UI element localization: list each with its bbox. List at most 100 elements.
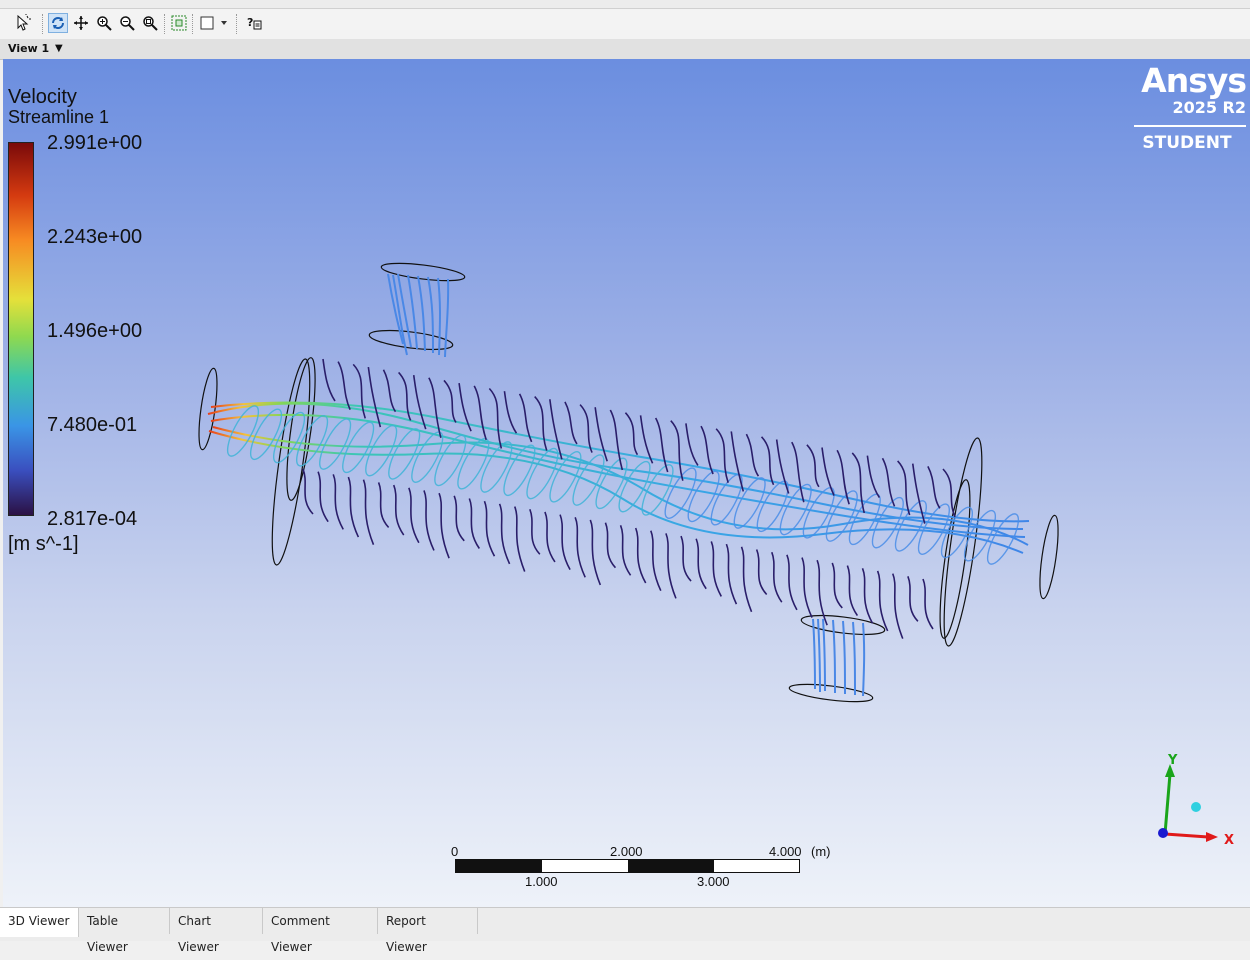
shell-streamline (685, 423, 699, 466)
shell-streamline (760, 436, 775, 486)
brand-name: Ansys (1141, 61, 1247, 100)
shell-streamline (730, 431, 745, 492)
shell-streamline (665, 533, 677, 599)
shell-streamline (503, 391, 518, 434)
rotate-icon[interactable] (48, 13, 68, 33)
shell-streamline (786, 554, 798, 611)
shell-streamline (382, 369, 397, 413)
legend-colorbar (8, 142, 34, 516)
shell-streamline (695, 538, 707, 590)
shell-streamline (680, 535, 692, 582)
brand-version: 2025 R2 (1172, 98, 1246, 117)
shell-streamline (549, 399, 563, 460)
shell-streamline (574, 516, 586, 578)
legend-object: Streamline 1 (8, 107, 110, 127)
tab-table-viewer[interactable]: Table Viewer (79, 908, 170, 954)
brand-logo: Ansys 2025 R2 STUDENT (1128, 61, 1247, 153)
shell-streamline (428, 377, 442, 438)
scale-label: 4.000 (769, 844, 802, 859)
shell-streamline (619, 525, 632, 576)
shell-streamline (473, 385, 487, 441)
shell-streamline (650, 530, 662, 592)
shell-streamline (347, 476, 360, 538)
legend-tick: 2.243e+00 (47, 226, 143, 248)
viewer-tabs: 3D Viewer Table Viewer Chart Viewer Comm… (0, 907, 1250, 954)
shell-streamline (634, 527, 647, 584)
shell-streamline (907, 576, 919, 622)
shell-streamline (488, 387, 503, 449)
svg-text:?: ? (247, 16, 253, 29)
select-icon[interactable] (13, 13, 33, 33)
zoom-box-icon[interactable] (117, 13, 137, 33)
shell-streamline (866, 455, 881, 499)
viewport-layout-icon[interactable] (198, 13, 230, 33)
tab-chart-viewer[interactable]: Chart Viewer (170, 908, 263, 954)
shell-streamline (831, 562, 843, 609)
shell-streamline (483, 500, 496, 557)
pan-icon[interactable] (71, 13, 91, 33)
shell-streamline (589, 519, 602, 586)
y-axis-line (1163, 773, 1172, 835)
legend-tick: 1.496e+00 (47, 320, 143, 342)
legend-units: [m s^-1] (8, 533, 79, 555)
shell-streamline (861, 567, 874, 624)
shell-streamline (367, 366, 382, 428)
shell-streamline (846, 565, 859, 617)
legend-tick: 2.991e+00 (47, 132, 143, 154)
shell-streamline (725, 543, 738, 605)
shell-streamline (337, 361, 351, 411)
shell-streamline (408, 487, 420, 544)
shell-streamline (876, 570, 889, 632)
tab-3d-viewer[interactable]: 3D Viewer (0, 908, 79, 937)
shell-streamline (801, 557, 813, 618)
scale-label: 2.000 (610, 844, 643, 859)
shell-streamline (654, 417, 669, 473)
shell-streamline (881, 457, 896, 507)
vessel-outline (198, 262, 1059, 703)
shell-streamline (534, 396, 548, 451)
shell-streamline (775, 439, 790, 494)
shell-streamline (892, 573, 904, 639)
scale-unit: (m) (811, 844, 831, 859)
shell-streamline (559, 514, 571, 571)
help-icon[interactable]: ? (244, 13, 264, 33)
fit-view-icon[interactable] (169, 13, 189, 33)
y-axis-label: Y (1167, 753, 1178, 768)
shell-streamline (911, 463, 926, 524)
shell-streamline (639, 415, 654, 464)
legend-variable: Velocity (8, 86, 77, 108)
shell-streamline (377, 482, 390, 528)
shell-streamline (806, 444, 820, 488)
legend-tick: 2.817e-04 (47, 508, 138, 530)
3d-viewport[interactable]: Velocity Streamline 1 2.991e+00 2.243e+0… (3, 59, 1250, 907)
viewer-toolbar: ? (0, 9, 1250, 40)
shell-streamline (398, 371, 412, 421)
shell-streamline (529, 508, 541, 555)
shell-streamline (791, 441, 805, 503)
shell-streamline (710, 541, 722, 597)
menu-strip (0, 0, 1250, 9)
shell-streamline (740, 546, 753, 613)
streamline-scene (198, 262, 1059, 703)
shell-streamline (745, 433, 760, 477)
zoom-fit-icon[interactable] (140, 13, 160, 33)
view-selector[interactable]: View 1 ▼ (0, 39, 1250, 60)
shell-streamline (851, 452, 866, 514)
tab-report-viewer[interactable]: Report Viewer (378, 908, 478, 954)
shell-streamline (453, 495, 465, 542)
shell-streamline (332, 474, 344, 530)
shell-streamline (604, 522, 617, 569)
shell-streamline (544, 511, 556, 563)
brand-edition: STUDENT (1142, 133, 1232, 153)
scale-label: 3.000 (697, 874, 730, 889)
chevron-down-icon[interactable]: ▼ (55, 43, 63, 54)
shell-streamline (771, 551, 783, 603)
tab-comment-viewer[interactable]: Comment Viewer (263, 908, 378, 954)
shell-streamline (362, 479, 375, 546)
zoom-icon[interactable] (94, 13, 114, 33)
shell-streamline (564, 401, 578, 445)
scale-bar (455, 859, 800, 873)
shell-streamline (468, 498, 480, 549)
shell-streamline (302, 468, 314, 515)
view-label: View 1 (8, 42, 50, 55)
